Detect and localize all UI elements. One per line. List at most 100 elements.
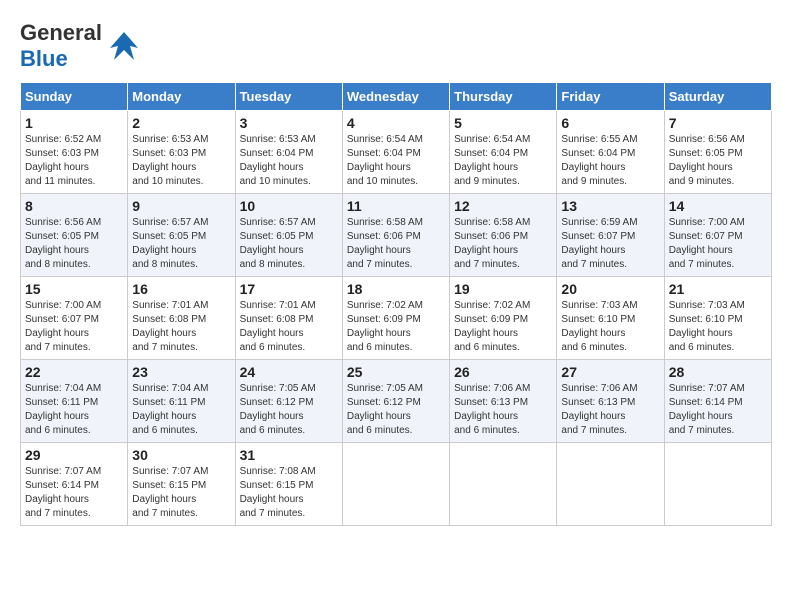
day-detail: Sunrise: 6:55 AM Sunset: 6:04 PM Dayligh… xyxy=(561,133,659,189)
day-number: 28 xyxy=(669,364,767,380)
calendar-week-2: 8 Sunrise: 6:56 AM Sunset: 6:05 PM Dayli… xyxy=(21,194,772,277)
calendar-cell xyxy=(664,443,771,526)
day-detail: Sunrise: 6:57 AM Sunset: 6:05 PM Dayligh… xyxy=(240,216,338,272)
day-detail: Sunrise: 7:07 AM Sunset: 6:14 PM Dayligh… xyxy=(669,382,767,438)
col-header-wednesday: Wednesday xyxy=(342,83,449,111)
day-number: 8 xyxy=(25,198,123,214)
calendar-cell: 24 Sunrise: 7:05 AM Sunset: 6:12 PM Dayl… xyxy=(235,360,342,443)
calendar-cell: 13 Sunrise: 6:59 AM Sunset: 6:07 PM Dayl… xyxy=(557,194,664,277)
day-number: 4 xyxy=(347,115,445,131)
calendar-cell xyxy=(557,443,664,526)
day-number: 31 xyxy=(240,447,338,463)
calendar-cell: 1 Sunrise: 6:52 AM Sunset: 6:03 PM Dayli… xyxy=(21,111,128,194)
calendar-week-3: 15 Sunrise: 7:00 AM Sunset: 6:07 PM Dayl… xyxy=(21,277,772,360)
calendar-cell: 28 Sunrise: 7:07 AM Sunset: 6:14 PM Dayl… xyxy=(664,360,771,443)
logo-blue: Blue xyxy=(20,46,68,71)
day-number: 9 xyxy=(132,198,230,214)
day-number: 1 xyxy=(25,115,123,131)
day-detail: Sunrise: 6:53 AM Sunset: 6:04 PM Dayligh… xyxy=(240,133,338,189)
calendar-table: SundayMondayTuesdayWednesdayThursdayFrid… xyxy=(20,82,772,526)
calendar-cell: 6 Sunrise: 6:55 AM Sunset: 6:04 PM Dayli… xyxy=(557,111,664,194)
calendar-cell: 19 Sunrise: 7:02 AM Sunset: 6:09 PM Dayl… xyxy=(450,277,557,360)
calendar-cell: 30 Sunrise: 7:07 AM Sunset: 6:15 PM Dayl… xyxy=(128,443,235,526)
day-detail: Sunrise: 7:03 AM Sunset: 6:10 PM Dayligh… xyxy=(669,299,767,355)
day-detail: Sunrise: 6:54 AM Sunset: 6:04 PM Dayligh… xyxy=(347,133,445,189)
logo-icon xyxy=(106,28,142,64)
calendar-cell: 4 Sunrise: 6:54 AM Sunset: 6:04 PM Dayli… xyxy=(342,111,449,194)
day-detail: Sunrise: 7:06 AM Sunset: 6:13 PM Dayligh… xyxy=(454,382,552,438)
calendar-cell: 12 Sunrise: 6:58 AM Sunset: 6:06 PM Dayl… xyxy=(450,194,557,277)
calendar-cell: 3 Sunrise: 6:53 AM Sunset: 6:04 PM Dayli… xyxy=(235,111,342,194)
day-number: 12 xyxy=(454,198,552,214)
day-detail: Sunrise: 7:01 AM Sunset: 6:08 PM Dayligh… xyxy=(132,299,230,355)
day-number: 27 xyxy=(561,364,659,380)
day-detail: Sunrise: 7:01 AM Sunset: 6:08 PM Dayligh… xyxy=(240,299,338,355)
day-number: 23 xyxy=(132,364,230,380)
day-number: 11 xyxy=(347,198,445,214)
calendar-cell xyxy=(450,443,557,526)
calendar-week-1: 1 Sunrise: 6:52 AM Sunset: 6:03 PM Dayli… xyxy=(21,111,772,194)
day-detail: Sunrise: 7:05 AM Sunset: 6:12 PM Dayligh… xyxy=(240,382,338,438)
day-detail: Sunrise: 7:00 AM Sunset: 6:07 PM Dayligh… xyxy=(669,216,767,272)
day-number: 6 xyxy=(561,115,659,131)
calendar-cell: 5 Sunrise: 6:54 AM Sunset: 6:04 PM Dayli… xyxy=(450,111,557,194)
calendar-cell: 25 Sunrise: 7:05 AM Sunset: 6:12 PM Dayl… xyxy=(342,360,449,443)
page-header: General Blue xyxy=(20,20,772,72)
calendar-cell: 26 Sunrise: 7:06 AM Sunset: 6:13 PM Dayl… xyxy=(450,360,557,443)
calendar-cell: 20 Sunrise: 7:03 AM Sunset: 6:10 PM Dayl… xyxy=(557,277,664,360)
day-detail: Sunrise: 6:53 AM Sunset: 6:03 PM Dayligh… xyxy=(132,133,230,189)
day-detail: Sunrise: 7:05 AM Sunset: 6:12 PM Dayligh… xyxy=(347,382,445,438)
logo-general: General xyxy=(20,20,102,45)
col-header-monday: Monday xyxy=(128,83,235,111)
day-detail: Sunrise: 6:56 AM Sunset: 6:05 PM Dayligh… xyxy=(669,133,767,189)
calendar-cell: 14 Sunrise: 7:00 AM Sunset: 6:07 PM Dayl… xyxy=(664,194,771,277)
calendar-cell: 23 Sunrise: 7:04 AM Sunset: 6:11 PM Dayl… xyxy=(128,360,235,443)
calendar-cell: 11 Sunrise: 6:58 AM Sunset: 6:06 PM Dayl… xyxy=(342,194,449,277)
day-number: 16 xyxy=(132,281,230,297)
calendar-cell: 9 Sunrise: 6:57 AM Sunset: 6:05 PM Dayli… xyxy=(128,194,235,277)
day-detail: Sunrise: 7:04 AM Sunset: 6:11 PM Dayligh… xyxy=(25,382,123,438)
day-detail: Sunrise: 6:52 AM Sunset: 6:03 PM Dayligh… xyxy=(25,133,123,189)
calendar-cell: 18 Sunrise: 7:02 AM Sunset: 6:09 PM Dayl… xyxy=(342,277,449,360)
day-detail: Sunrise: 7:02 AM Sunset: 6:09 PM Dayligh… xyxy=(347,299,445,355)
calendar-header-row: SundayMondayTuesdayWednesdayThursdayFrid… xyxy=(21,83,772,111)
calendar-cell: 22 Sunrise: 7:04 AM Sunset: 6:11 PM Dayl… xyxy=(21,360,128,443)
day-number: 3 xyxy=(240,115,338,131)
day-number: 24 xyxy=(240,364,338,380)
day-number: 30 xyxy=(132,447,230,463)
day-number: 14 xyxy=(669,198,767,214)
logo: General Blue xyxy=(20,20,142,72)
calendar-week-5: 29 Sunrise: 7:07 AM Sunset: 6:14 PM Dayl… xyxy=(21,443,772,526)
calendar-cell: 27 Sunrise: 7:06 AM Sunset: 6:13 PM Dayl… xyxy=(557,360,664,443)
col-header-saturday: Saturday xyxy=(664,83,771,111)
day-detail: Sunrise: 7:07 AM Sunset: 6:15 PM Dayligh… xyxy=(132,465,230,521)
calendar-cell: 8 Sunrise: 6:56 AM Sunset: 6:05 PM Dayli… xyxy=(21,194,128,277)
day-number: 17 xyxy=(240,281,338,297)
day-detail: Sunrise: 6:58 AM Sunset: 6:06 PM Dayligh… xyxy=(347,216,445,272)
calendar-cell: 2 Sunrise: 6:53 AM Sunset: 6:03 PM Dayli… xyxy=(128,111,235,194)
calendar-cell xyxy=(342,443,449,526)
col-header-tuesday: Tuesday xyxy=(235,83,342,111)
calendar-week-4: 22 Sunrise: 7:04 AM Sunset: 6:11 PM Dayl… xyxy=(21,360,772,443)
calendar-cell: 16 Sunrise: 7:01 AM Sunset: 6:08 PM Dayl… xyxy=(128,277,235,360)
day-number: 25 xyxy=(347,364,445,380)
day-number: 15 xyxy=(25,281,123,297)
day-number: 7 xyxy=(669,115,767,131)
calendar-cell: 29 Sunrise: 7:07 AM Sunset: 6:14 PM Dayl… xyxy=(21,443,128,526)
calendar-cell: 21 Sunrise: 7:03 AM Sunset: 6:10 PM Dayl… xyxy=(664,277,771,360)
calendar-cell: 31 Sunrise: 7:08 AM Sunset: 6:15 PM Dayl… xyxy=(235,443,342,526)
col-header-sunday: Sunday xyxy=(21,83,128,111)
day-number: 29 xyxy=(25,447,123,463)
day-detail: Sunrise: 7:08 AM Sunset: 6:15 PM Dayligh… xyxy=(240,465,338,521)
day-detail: Sunrise: 7:00 AM Sunset: 6:07 PM Dayligh… xyxy=(25,299,123,355)
calendar-cell: 17 Sunrise: 7:01 AM Sunset: 6:08 PM Dayl… xyxy=(235,277,342,360)
day-detail: Sunrise: 7:06 AM Sunset: 6:13 PM Dayligh… xyxy=(561,382,659,438)
day-number: 2 xyxy=(132,115,230,131)
day-number: 22 xyxy=(25,364,123,380)
day-detail: Sunrise: 7:02 AM Sunset: 6:09 PM Dayligh… xyxy=(454,299,552,355)
day-detail: Sunrise: 6:59 AM Sunset: 6:07 PM Dayligh… xyxy=(561,216,659,272)
col-header-thursday: Thursday xyxy=(450,83,557,111)
col-header-friday: Friday xyxy=(557,83,664,111)
day-number: 26 xyxy=(454,364,552,380)
day-detail: Sunrise: 6:57 AM Sunset: 6:05 PM Dayligh… xyxy=(132,216,230,272)
